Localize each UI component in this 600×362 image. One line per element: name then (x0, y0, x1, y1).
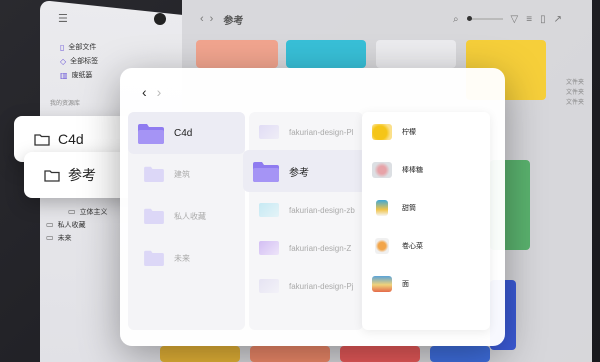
folder-icon (138, 123, 164, 144)
folder-column-2: fakurian-design-Pl 参考 fakurian-design-zb… (243, 112, 369, 330)
folder-label: 建筑 (174, 169, 190, 179)
image-thumbnail (259, 241, 279, 255)
file-label: 卷心菜 (402, 243, 423, 250)
thumbnail[interactable] (376, 40, 456, 68)
sidebar-item-label: 未来 (57, 234, 72, 242)
sidebar-item-label: 私人收藏 (57, 221, 86, 229)
file-row[interactable]: fakurian-design-Pj (259, 276, 353, 296)
files-icon: ▯ (60, 42, 65, 52)
file-label: 柠檬 (402, 129, 416, 136)
back-button[interactable]: ‹ (142, 84, 147, 100)
back-button[interactable]: ‹ (200, 13, 204, 25)
folder-row-future[interactable]: 未来 (144, 244, 190, 272)
floating-card-label: C4d (58, 131, 84, 147)
thumbnail[interactable] (340, 346, 420, 362)
sort-icon[interactable]: ≡ (526, 14, 532, 25)
lollipop-thumbnail (372, 162, 392, 178)
right-panel-labels: 文件夹 文件夹 文件夹 (566, 78, 584, 108)
file-row-lemon[interactable]: 柠檬 (372, 122, 416, 142)
sidebar-item-cubism[interactable]: ▭ 立体主义 (46, 205, 108, 218)
folder-row-reference[interactable]: 参考 (243, 150, 369, 192)
thumbnail[interactable] (430, 346, 490, 362)
file-row[interactable]: fakurian-design-Z (259, 238, 351, 258)
folder-label: 参考 (289, 167, 309, 179)
sidebar-item-label: 全部文件 (68, 44, 97, 51)
lemon-thumbnail (372, 124, 392, 140)
avatar[interactable] (154, 13, 166, 25)
image-thumbnail (259, 203, 279, 217)
thumbnail[interactable] (286, 40, 366, 68)
tag-icon: ◇ (60, 56, 67, 66)
folder-icon (144, 208, 164, 224)
file-label: fakurian-design-zb (289, 205, 355, 215)
folder-icon (144, 166, 164, 182)
sidebar-item-label: 立体主义 (79, 208, 108, 216)
menu-icon[interactable]: ☰ (58, 12, 68, 25)
page-title: 参考 (223, 15, 244, 27)
sidebar-library-list: ▭ 立体主义 ▭ 私人收藏 ▭ 未来 (46, 205, 108, 244)
image-thumbnail (259, 125, 279, 139)
image-thumbnail (259, 279, 279, 293)
folder-label: 私人收藏 (174, 211, 206, 221)
file-row-cabbage[interactable]: 卷心菜 (372, 236, 423, 256)
file-row-icecream[interactable]: 甜筒 (372, 198, 416, 218)
file-row-noodles[interactable]: 面 (372, 274, 409, 294)
cabbage-thumbnail (375, 238, 389, 254)
background-topbar: ‹ › 参考 ⌕ ▽ ≡ ▯ ↗ (182, 8, 574, 30)
folder-outline-icon (44, 170, 60, 182)
file-label: 甜筒 (402, 205, 416, 212)
folder-label: C4d (174, 127, 193, 139)
folder-icon: ▭ (46, 220, 54, 229)
sidebar-section-label: 我的资源库 (50, 101, 81, 107)
forward-button[interactable]: › (157, 84, 162, 100)
folder-row-c4d[interactable]: C4d (128, 112, 245, 154)
folder-icon: ▭ (46, 233, 54, 242)
filter-icon[interactable]: ▽ (511, 14, 519, 25)
zoom-slider[interactable] (466, 16, 503, 21)
floating-card-label: 参考 (68, 167, 96, 183)
file-label: fakurian-design-Pl (289, 127, 354, 137)
file-label: fakurian-design-Pj (289, 281, 354, 291)
sidebar-item-private[interactable]: ▭ 私人收藏 (46, 218, 108, 231)
folder-row-architecture[interactable]: 建筑 (144, 160, 190, 188)
noodles-thumbnail (372, 276, 392, 292)
file-row-lollipop[interactable]: 棒棒糖 (372, 160, 423, 180)
thumbnail[interactable] (250, 346, 330, 362)
folder-icon (144, 250, 164, 266)
file-row[interactable]: fakurian-design-zb (259, 200, 355, 220)
search-icon[interactable]: ⌕ (453, 14, 459, 25)
file-label: fakurian-design-Z (289, 243, 352, 253)
thumbnail[interactable] (196, 40, 278, 68)
right-label: 文件夹 (566, 90, 585, 96)
dialog-navigation: ‹ › (142, 84, 161, 100)
sidebar-toggle-icon[interactable]: ▯ (540, 14, 546, 25)
folder-row-private[interactable]: 私人收藏 (144, 202, 206, 230)
file-row[interactable]: fakurian-design-Pl (259, 122, 353, 142)
file-label: 棒棒糖 (402, 167, 423, 174)
sidebar-item-all-tags[interactable]: ◇ 全部标签 (60, 54, 98, 68)
sidebar-nav: ▯ 全部文件 ◇ 全部标签 ▥ 废纸篓 (60, 40, 98, 82)
folder-label: 未来 (174, 253, 190, 263)
right-label: 文件夹 (566, 80, 585, 86)
sidebar-item-all-files[interactable]: ▯ 全部文件 (60, 40, 98, 54)
folder-picker-dialog: ‹ › C4d 建筑 私人收藏 未来 fakurian-design-Pl 参考 (120, 68, 505, 346)
trash-icon: ▥ (60, 70, 68, 80)
thumbnail[interactable] (160, 346, 240, 362)
folder-icon (253, 161, 279, 182)
icecream-thumbnail (376, 200, 388, 216)
forward-button[interactable]: › (210, 13, 214, 25)
file-column-3: 柠檬 棒棒糖 甜筒 卷心菜 面 (362, 112, 490, 330)
toolbar: ⌕ ▽ ≡ ▯ ↗ (453, 14, 562, 25)
folder-column-1: C4d 建筑 私人收藏 未来 (128, 112, 245, 330)
right-label: 文件夹 (566, 100, 585, 106)
folder-icon: ▭ (68, 207, 76, 216)
folder-outline-icon (34, 134, 50, 146)
sidebar-item-label: 全部标签 (70, 58, 99, 65)
sidebar-item-trash[interactable]: ▥ 废纸篓 (60, 68, 98, 82)
file-label: 面 (402, 281, 409, 288)
open-external-icon[interactable]: ↗ (554, 14, 562, 25)
sidebar-item-label: 废纸篓 (71, 72, 93, 79)
sidebar-item-future[interactable]: ▭ 未来 (46, 231, 108, 244)
